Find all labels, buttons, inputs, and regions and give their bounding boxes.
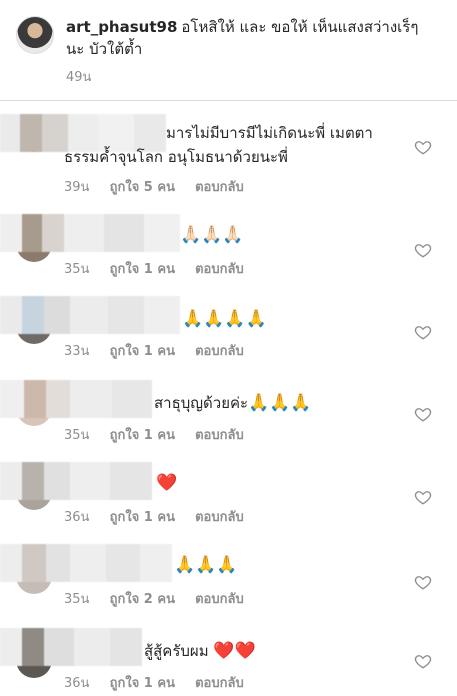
comment-text-line1: มารไม่มีบารมีไม่เกิดนะพี่ เมตตา	[166, 124, 373, 142]
likes-count[interactable]: ถูกใจ 2 คน	[110, 592, 175, 607]
redacted-username	[0, 462, 152, 500]
heart-outline-icon[interactable]	[414, 405, 432, 423]
comment-emoji: 🙏🙏🙏🙏	[182, 309, 267, 329]
comment-emoji: 🙏🏻🙏🏻🙏🏻	[180, 225, 244, 245]
likes-count[interactable]: ถูกใจ 1 คน	[110, 262, 175, 277]
reply-button[interactable]: ตอบกลับ	[195, 510, 244, 525]
redacted-username	[0, 214, 180, 252]
comment-time: 36น	[64, 676, 90, 691]
comment-meta: 36น ถูกใจ 1 คน ตอบกลับ	[64, 506, 260, 527]
comment-time: 35น	[64, 262, 90, 277]
caption-time: 49น	[66, 70, 92, 85]
reply-button[interactable]: ตอบกลับ	[195, 676, 244, 691]
comment-text-line2: ธรรมค้ำจุนโลก อนุโมธนาด้วยนะพี่	[64, 148, 288, 166]
heart-outline-icon[interactable]	[414, 241, 432, 259]
comment-text: สู้สู้ครับผม ❤️❤️	[144, 640, 256, 662]
comment-meta: 39น ถูกใจ 5 คน ตอบกลับ	[64, 176, 260, 197]
post-caption: art_phasut98 อโหสิให้ และ ขอให้ เห็นแสงสว…	[0, 0, 457, 90]
author-username[interactable]: art_phasut98	[66, 18, 177, 36]
comment-time: 35น	[64, 592, 90, 607]
likes-count[interactable]: ถูกใจ 1 คน	[110, 510, 175, 525]
comment-emoji: 🙏🙏🙏	[174, 555, 238, 575]
heart-outline-icon[interactable]	[414, 488, 432, 506]
redacted-username	[0, 296, 180, 334]
reply-button[interactable]: ตอบกลับ	[195, 344, 244, 359]
comment-meta: 36น ถูกใจ 1 คน ตอบกลับ	[64, 672, 260, 693]
redacted-username	[0, 380, 152, 418]
divider	[0, 100, 457, 101]
likes-count[interactable]: ถูกใจ 5 คน	[110, 180, 175, 195]
reply-button[interactable]: ตอบกลับ	[195, 262, 244, 277]
likes-count[interactable]: ถูกใจ 1 คน	[110, 428, 175, 443]
comment-emoji: 🙏🙏🙏	[248, 393, 312, 413]
heart-outline-icon[interactable]	[414, 138, 432, 156]
comment-meta: 35น ถูกใจ 1 คน ตอบกลับ	[64, 258, 260, 279]
heart-outline-icon[interactable]	[414, 323, 432, 341]
reply-button[interactable]: ตอบกลับ	[195, 180, 244, 195]
heart-outline-icon[interactable]	[414, 573, 432, 591]
caption-text: art_phasut98 อโหสิให้ และ ขอให้ เห็นแสงสว…	[66, 16, 436, 60]
comment-text-body: สู้สู้ครับผม	[144, 642, 209, 660]
comment-time: 39น	[64, 180, 90, 195]
comment-time: 36น	[64, 510, 90, 525]
reply-button[interactable]: ตอบกลับ	[195, 592, 244, 607]
comment-meta: 35น ถูกใจ 1 คน ตอบกลับ	[64, 424, 260, 445]
comment-text: สาธุบุญด้วยค่ะ🙏🙏🙏	[154, 392, 312, 414]
redacted-username	[0, 628, 142, 666]
comment-meta: 33น ถูกใจ 1 คน ตอบกลับ	[64, 340, 260, 361]
comment-emoji: ❤️❤️	[213, 641, 256, 661]
comment-time: 33น	[64, 344, 90, 359]
comment-emoji: ❤️	[156, 473, 178, 493]
likes-count[interactable]: ถูกใจ 1 คน	[110, 676, 175, 691]
comment-text-body: สาธุบุญด้วยค่ะ	[154, 394, 249, 412]
redacted-username	[0, 544, 172, 582]
likes-count[interactable]: ถูกใจ 1 คน	[110, 344, 175, 359]
comment-meta: 35น ถูกใจ 2 คน ตอบกลับ	[64, 588, 260, 609]
reply-button[interactable]: ตอบกลับ	[195, 428, 244, 443]
author-avatar[interactable]	[16, 16, 54, 54]
comment-time: 35น	[64, 428, 90, 443]
heart-outline-icon[interactable]	[414, 652, 432, 670]
